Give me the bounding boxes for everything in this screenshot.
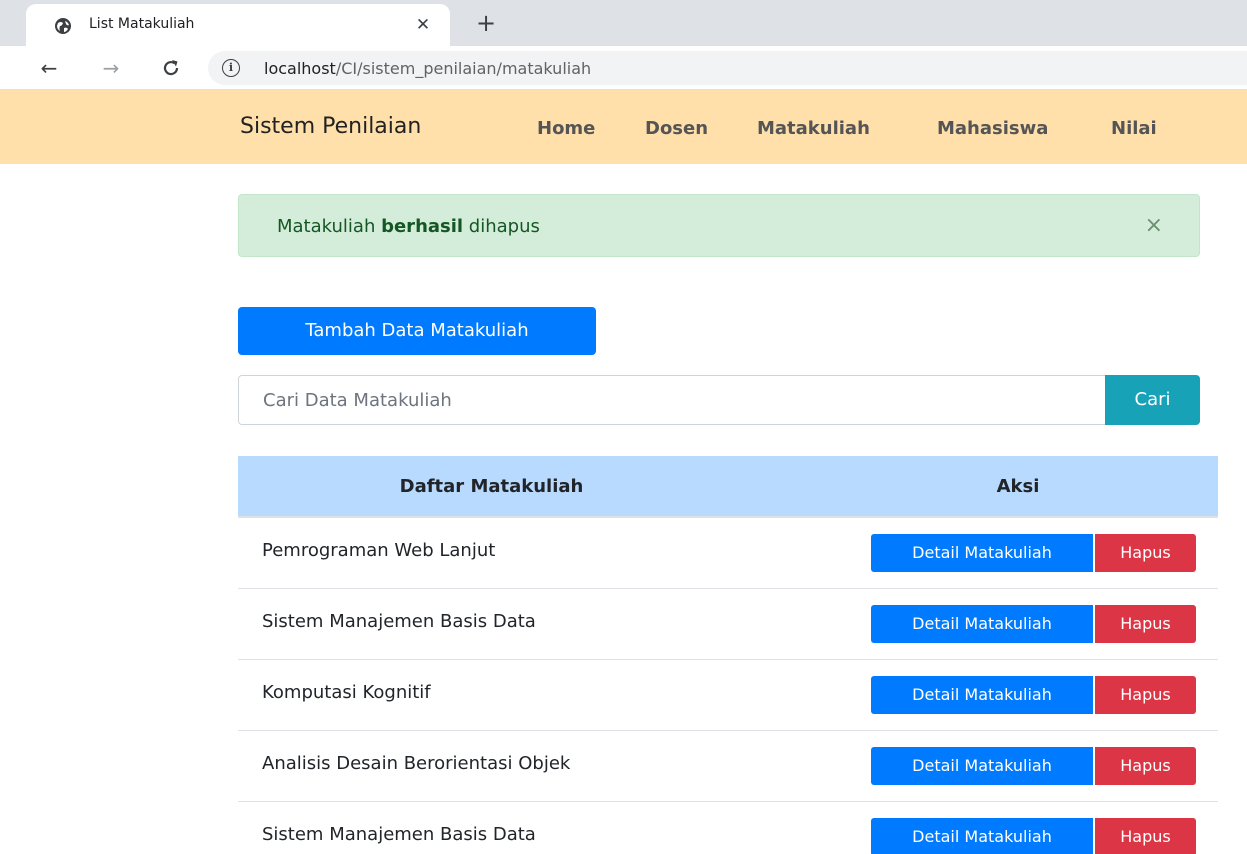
search-input[interactable]	[238, 375, 1106, 425]
hapus-button[interactable]: Hapus	[1095, 605, 1196, 643]
table-row: Sistem Manajemen Basis Data Detail Matak…	[238, 802, 1218, 854]
tab-close-icon[interactable]: ✕	[412, 14, 434, 36]
tab-title: List Matakuliah	[89, 16, 195, 32]
nav-link-mahasiswa[interactable]: Mahasiswa	[937, 118, 1048, 139]
table-row: Komputasi Kognitif Detail Matakuliah Hap…	[238, 660, 1218, 731]
matakuliah-table: Daftar Matakuliah Aksi Pemrograman Web L…	[238, 456, 1218, 854]
forward-arrow-icon[interactable]: →	[97, 54, 125, 82]
detail-matakuliah-button[interactable]: Detail Matakuliah	[871, 818, 1093, 854]
matakuliah-name: Sistem Manajemen Basis Data	[262, 824, 536, 845]
nav-link-matakuliah[interactable]: Matakuliah	[757, 118, 870, 139]
hapus-button[interactable]: Hapus	[1095, 818, 1196, 854]
nav-link-home[interactable]: Home	[537, 118, 595, 139]
matakuliah-name: Pemrograman Web Lanjut	[262, 540, 496, 561]
alert-prefix: Matakuliah	[277, 216, 382, 237]
table-header: Daftar Matakuliah Aksi	[238, 456, 1218, 518]
matakuliah-name: Komputasi Kognitif	[262, 682, 431, 703]
new-tab-icon[interactable]: +	[472, 9, 500, 37]
detail-matakuliah-button[interactable]: Detail Matakuliah	[871, 605, 1093, 643]
alert-message: Matakuliah berhasil dihapus	[277, 216, 540, 237]
header-aksi: Aksi	[996, 476, 1040, 497]
alert-close-icon[interactable]: ×	[1145, 214, 1163, 238]
add-matakuliah-button[interactable]: Tambah Data Matakuliah	[238, 307, 596, 355]
hapus-button[interactable]: Hapus	[1095, 534, 1196, 572]
detail-matakuliah-button[interactable]: Detail Matakuliah	[871, 534, 1093, 572]
app-navbar: Sistem Penilaian Home Dosen Matakuliah M…	[0, 90, 1247, 164]
search-button[interactable]: Cari	[1105, 375, 1200, 425]
url-path: /CI/sistem_penilaian/matakuliah	[335, 59, 592, 78]
reload-icon[interactable]	[157, 54, 185, 82]
alert-suffix: dihapus	[463, 216, 540, 237]
browser-tab[interactable]: List Matakuliah ✕	[26, 4, 450, 46]
globe-icon	[55, 18, 71, 34]
browser-tabstrip: List Matakuliah ✕ +	[0, 0, 1247, 46]
search-group: Cari	[238, 375, 1200, 425]
hapus-button[interactable]: Hapus	[1095, 676, 1196, 714]
detail-matakuliah-button[interactable]: Detail Matakuliah	[871, 676, 1093, 714]
browser-toolbar: ← → i localhost/CI/sistem_penilaian/mata…	[0, 46, 1247, 90]
navbar-brand[interactable]: Sistem Penilaian	[240, 114, 421, 139]
detail-matakuliah-button[interactable]: Detail Matakuliah	[871, 747, 1093, 785]
address-bar[interactable]: i localhost/CI/sistem_penilaian/matakuli…	[208, 51, 1247, 85]
hapus-button[interactable]: Hapus	[1095, 747, 1196, 785]
nav-link-dosen[interactable]: Dosen	[645, 118, 708, 139]
url-host: localhost	[264, 59, 336, 78]
url-text[interactable]: localhost/CI/sistem_penilaian/matakuliah	[264, 59, 591, 78]
success-alert: Matakuliah berhasil dihapus ×	[238, 194, 1200, 257]
header-daftar-matakuliah: Daftar Matakuliah	[399, 476, 584, 497]
nav-link-nilai[interactable]: Nilai	[1111, 118, 1157, 139]
matakuliah-name: Sistem Manajemen Basis Data	[262, 611, 536, 632]
table-row: Pemrograman Web Lanjut Detail Matakuliah…	[238, 518, 1218, 589]
matakuliah-name: Analisis Desain Berorientasi Objek	[262, 753, 571, 774]
site-info-icon[interactable]: i	[222, 59, 240, 77]
back-arrow-icon[interactable]: ←	[35, 54, 63, 82]
alert-bold: berhasil	[381, 216, 464, 237]
table-row: Analisis Desain Berorientasi Objek Detai…	[238, 731, 1218, 802]
table-row: Sistem Manajemen Basis Data Detail Matak…	[238, 589, 1218, 660]
